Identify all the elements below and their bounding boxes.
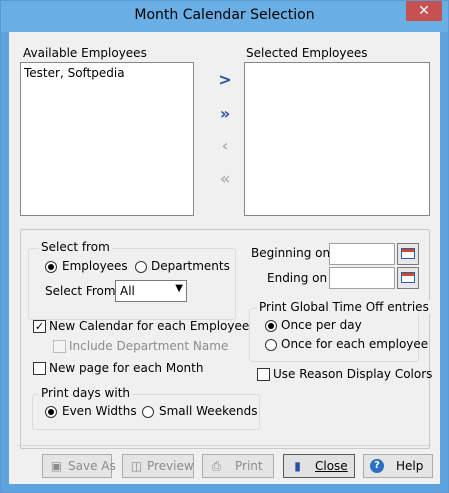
departments-radio[interactable]	[135, 261, 147, 273]
reason-colors-checkbox[interactable]	[257, 368, 270, 381]
new-calendar-checkbox[interactable]: ✓	[33, 320, 46, 333]
new-page-checkbox[interactable]	[33, 362, 46, 375]
add-all-employees-button[interactable]: »	[214, 104, 236, 126]
beginning-on-field[interactable]	[329, 243, 395, 265]
select-from-value: All	[120, 284, 135, 298]
close-label: Close	[315, 459, 348, 473]
new-page-label[interactable]: New page for each Month	[49, 361, 203, 375]
employees-radio-label[interactable]: Employees	[62, 259, 128, 273]
save-icon: ▣	[50, 459, 63, 473]
remove-all-employees-button[interactable]: «	[214, 169, 236, 191]
new-calendar-label[interactable]: New Calendar for each Employee	[49, 319, 249, 333]
available-employees-list[interactable]: Tester, Softpedia	[20, 62, 194, 216]
save-as-label: Save As	[68, 459, 116, 473]
close-button[interactable]: ▮ Close	[283, 454, 355, 478]
include-department-label: Include Department Name	[69, 339, 229, 353]
once-each-employee-radio[interactable]	[265, 339, 277, 351]
employees-radio[interactable]	[45, 261, 57, 273]
include-department-checkbox[interactable]	[53, 340, 66, 353]
printer-icon: ⎙	[211, 459, 222, 473]
remove-employee-button[interactable]: ‹	[214, 136, 236, 158]
preview-icon: ◫	[130, 459, 143, 473]
print-days-group-title: Print days with	[39, 386, 133, 400]
small-weekends-label[interactable]: Small Weekends	[159, 404, 257, 418]
select-from-dropdown[interactable]: All ▼	[115, 280, 187, 302]
selected-employees-list[interactable]	[244, 62, 430, 216]
dialog-client-area: Available Employees Tester, Softpedia Se…	[9, 32, 440, 484]
once-per-day-label[interactable]: Once per day	[281, 318, 362, 332]
help-button[interactable]: ? Help	[363, 454, 433, 478]
window-title: Month Calendar Selection	[134, 7, 315, 23]
print-label: Print	[235, 459, 263, 473]
close-door-icon: ▮	[294, 459, 301, 473]
beginning-calendar-button[interactable]	[397, 243, 419, 265]
global-time-off-group	[249, 308, 419, 362]
list-item[interactable]: Tester, Softpedia	[24, 66, 125, 80]
ending-on-label: Ending on	[267, 271, 328, 285]
reason-colors-label[interactable]: Use Reason Display Colors	[273, 367, 432, 381]
even-widths-radio[interactable]	[45, 406, 57, 418]
beginning-on-label: Beginning on	[251, 246, 331, 260]
ending-calendar-button[interactable]	[397, 267, 419, 289]
available-employees-label: Available Employees	[23, 46, 147, 60]
footer-divider	[17, 445, 429, 446]
global-time-off-group-title: Print Global Time Off entries	[257, 300, 431, 314]
chevron-down-icon: ▼	[175, 283, 183, 294]
save-as-button[interactable]: ▣ Save As	[42, 454, 116, 478]
print-button[interactable]: ⎙ Print	[202, 454, 274, 478]
help-icon: ?	[370, 459, 384, 473]
preview-label: Preview	[147, 459, 194, 473]
selected-employees-label: Selected Employees	[246, 46, 368, 60]
dialog-window: Month Calendar Selection ✕ Available Emp…	[0, 0, 449, 493]
add-employee-button[interactable]: >	[214, 70, 236, 92]
title-bar: Month Calendar Selection ✕	[1, 1, 448, 32]
calendar-icon	[401, 248, 415, 259]
departments-radio-label[interactable]: Departments	[151, 259, 230, 273]
preview-button[interactable]: ◫ Preview	[122, 454, 194, 478]
help-label: Help	[396, 459, 424, 473]
small-weekends-radio[interactable]	[142, 406, 154, 418]
calendar-icon	[401, 272, 415, 283]
once-each-employee-label[interactable]: Once for each employee	[281, 337, 428, 351]
select-from-label: Select From	[45, 284, 116, 298]
even-widths-label[interactable]: Even Widths	[62, 404, 137, 418]
once-per-day-radio[interactable]	[265, 320, 277, 332]
select-from-group-title: Select from	[39, 240, 112, 254]
window-close-button[interactable]: ✕	[406, 1, 442, 21]
ending-on-field[interactable]	[329, 267, 395, 289]
